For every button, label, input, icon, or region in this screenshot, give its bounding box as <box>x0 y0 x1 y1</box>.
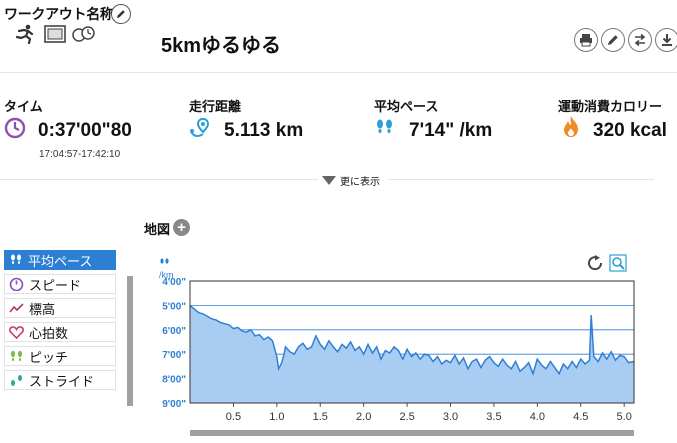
time-range: 17:04:57-17:42:10 <box>39 149 121 160</box>
film-icon <box>44 25 66 48</box>
x-tick-label: 3.5 <box>486 411 501 423</box>
download-icon <box>662 34 672 46</box>
pace-value: 7'14" /km <box>409 120 493 141</box>
chart-scrollbar[interactable] <box>190 430 634 436</box>
distance-value: 5.113 km <box>224 120 304 141</box>
swap-icon <box>634 33 646 47</box>
show-more-toggle[interactable]: 更に表示 <box>322 173 380 188</box>
calories-value: 320 kcal <box>593 120 667 141</box>
swap-button[interactable] <box>628 28 652 52</box>
x-tick-label: 1.5 <box>313 411 328 423</box>
metric-label: 平均ペース <box>28 253 93 269</box>
runner-icon <box>14 24 38 49</box>
metric-elevation[interactable]: 標高 <box>4 298 116 318</box>
y-tick-label: 9'00" <box>162 399 186 410</box>
calories-label: 運動消費カロリー <box>558 99 663 114</box>
map-label: 地図 <box>144 222 171 237</box>
edit-name-icon[interactable] <box>111 4 131 24</box>
x-tick-label: 1.0 <box>269 411 284 423</box>
edit-icon <box>608 35 618 45</box>
x-tick-label: 0.5 <box>226 411 241 423</box>
speedometer-icon <box>9 277 24 291</box>
stride-footprints-icon <box>11 374 22 386</box>
metric-list-scrollbar[interactable] <box>127 276 133 406</box>
metric-list: 平均ペース スピード 標高 心拍数 ピッチ ストライド <box>4 250 116 394</box>
metric-label: 心拍数 <box>29 325 69 341</box>
x-tick-label: 2.0 <box>356 411 371 423</box>
metric-label: 標高 <box>29 301 56 317</box>
metric-label: ピッチ <box>29 349 69 365</box>
trend-line-icon <box>9 303 24 313</box>
reset-zoom-icon[interactable] <box>588 255 603 271</box>
caret-down-icon <box>322 176 336 185</box>
y-tick-label: 6'00" <box>162 326 186 337</box>
edit-button[interactable] <box>601 28 625 52</box>
print-button[interactable] <box>574 28 598 52</box>
zoom-search-icon[interactable] <box>609 254 627 272</box>
right-divider <box>389 179 654 180</box>
stopwatch-icon <box>72 25 96 48</box>
metric-label: スピード <box>29 277 82 293</box>
metric-cadence[interactable]: ピッチ <box>4 346 116 366</box>
time-value: 0:37'00"80 <box>38 120 132 141</box>
distance-label: 走行距離 <box>189 99 242 114</box>
y-tick-label: 7'00" <box>162 350 186 361</box>
x-tick-label: 5.0 <box>617 411 632 423</box>
x-tick-label: 3.0 <box>443 411 458 423</box>
time-icon <box>4 117 26 144</box>
pace-label: 平均ペース <box>374 99 439 114</box>
metric-speed[interactable]: スピード <box>4 274 116 294</box>
workout-name: 5kmゆるゆる <box>161 35 282 57</box>
unit-icon-group <box>160 258 169 264</box>
x-tick-label: 4.5 <box>573 411 588 423</box>
y-tick-label: 4'00" <box>162 277 186 288</box>
y-tick-label: 5'00" <box>162 301 186 312</box>
x-tick-label: 4.0 <box>530 411 545 423</box>
x-tick-label: 2.5 <box>399 411 414 423</box>
heart-icon <box>9 325 24 339</box>
map-pin-icon <box>189 117 213 144</box>
header-divider <box>0 72 677 73</box>
footprints-icon <box>11 254 21 264</box>
metric-heart-rate[interactable]: 心拍数 <box>4 322 116 342</box>
download-button[interactable] <box>655 28 677 52</box>
footsteps-icon <box>11 350 22 361</box>
metric-stride[interactable]: ストライド <box>4 370 116 390</box>
left-divider <box>0 179 318 180</box>
show-more-label: 更に表示 <box>340 177 380 188</box>
time-label: タイム <box>4 99 43 114</box>
map-expand-button[interactable]: + <box>173 219 190 236</box>
y-tick-label: 8'00" <box>162 375 186 386</box>
pace-chart: /km 4'00"5'00"6'00"7'00"8'00"9'00" 0.5 1.… <box>159 254 635 423</box>
metric-label: ストライド <box>29 373 95 389</box>
flame-icon <box>561 115 581 144</box>
workout-name-label: ワークアウト名称 <box>4 6 114 22</box>
metric-pace[interactable]: 平均ペース <box>4 250 116 270</box>
print-icon <box>580 34 592 47</box>
footprints-icon <box>374 119 396 142</box>
